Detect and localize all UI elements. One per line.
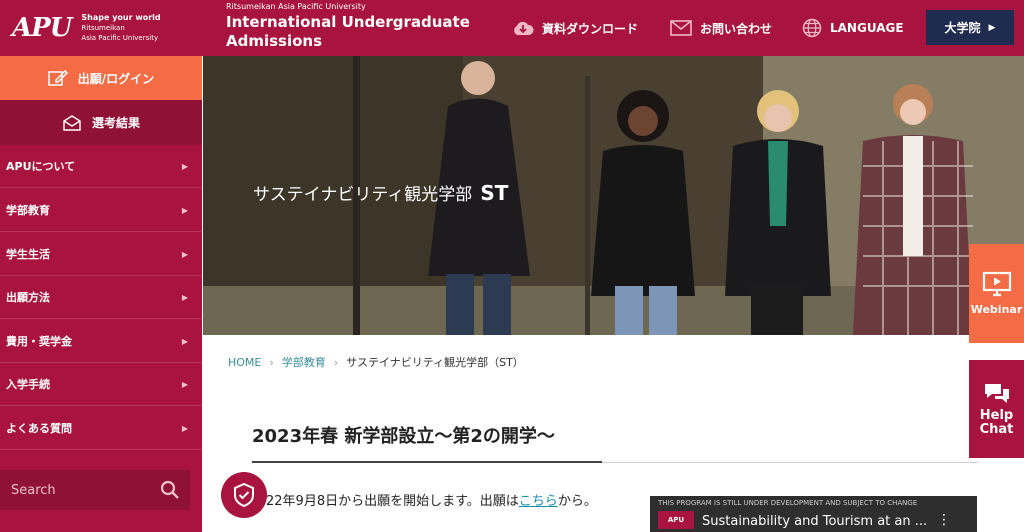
body-prefix: 22年9月8日から出願を開始します。出願は (266, 494, 519, 509)
nav-language-label: LANGUAGE (830, 21, 904, 35)
chevron-right-icon: ▶ (181, 161, 188, 171)
video-title[interactable]: Sustainability and Tourism at an ... (702, 514, 927, 529)
sidebar: 出願/ログイン 選考結果 APUについて ▶ 学部教育 ▶ 学生生活 ▶ 出願方… (0, 56, 202, 532)
logo-sub-2: Asia Pacific University (81, 34, 159, 42)
edit-icon (48, 69, 68, 87)
section-heading: 2023年春 新学部設立〜第2の開学〜 (252, 426, 555, 447)
logo-mark: APU (12, 13, 72, 43)
chevron-right-icon: ▶ (181, 379, 188, 389)
help-chat-button[interactable]: Help Chat (969, 360, 1024, 458)
cloud-download-icon (512, 20, 534, 36)
more-vertical-icon[interactable]: ⋮ (937, 512, 951, 528)
breadcrumb-separator: › (269, 355, 274, 369)
chevron-right-icon: ▶ (181, 292, 188, 302)
mail-icon (670, 20, 692, 36)
sidebar-item-label: よくある質問 (6, 422, 72, 435)
sidebar-item-enrollment[interactable]: 入学手続 ▶ (0, 363, 202, 406)
graduate-button[interactable]: 大学院 ▶ (926, 10, 1014, 45)
chevron-right-icon: ▶ (181, 205, 188, 215)
body-text: 22年9月8日から出願を開始します。出願はこちらから。 (266, 490, 597, 509)
search-input[interactable] (11, 482, 151, 498)
apply-here-link[interactable]: こちら (519, 494, 558, 509)
chat-bubbles-icon (982, 381, 1012, 405)
sidebar-item-student-life[interactable]: 学生生活 ▶ (0, 233, 202, 276)
sidebar-item-label: 入学手続 (6, 378, 50, 391)
search-box (0, 470, 190, 510)
webinar-label: Webinar (970, 303, 1023, 316)
search-icon[interactable] (160, 480, 180, 500)
video-channel-logo: APU (658, 511, 694, 529)
apply-login-button[interactable]: 出願/ログイン (0, 56, 202, 100)
sidebar-item-faq[interactable]: よくある質問 ▶ (0, 407, 202, 450)
monitor-play-icon (982, 271, 1012, 297)
sidebar-item-about[interactable]: APUについて ▶ (0, 145, 202, 188)
chevron-right-icon: ▶ (181, 336, 188, 346)
chat-label: Chat (979, 422, 1014, 437)
sidebar-item-label: 学生生活 (6, 248, 50, 261)
nav-language[interactable]: LANGUAGE (802, 0, 904, 56)
site-title[interactable]: Ritsumeikan Asia Pacific University Inte… (226, 2, 470, 51)
graduate-button-label: 大学院 (944, 21, 981, 35)
apu-logo[interactable]: APU Shape your world Ritsumeikan Asia Pa… (0, 0, 204, 56)
sidebar-item-label: APUについて (6, 160, 76, 173)
breadcrumb-separator: › (333, 355, 339, 369)
breadcrumb-current: サステイナビリティ観光学部（ST） (346, 356, 524, 369)
logo-text: Shape your world Ritsumeikan Asia Pacifi… (81, 13, 160, 43)
sidebar-item-label: 費用・奨学金 (6, 335, 72, 348)
help-label: Help (979, 408, 1014, 423)
breadcrumb-parent[interactable]: 学部教育 (282, 354, 326, 370)
sidebar-item-label: 出願方法 (6, 291, 50, 304)
shield-check-icon (232, 482, 256, 508)
logo-sub-1: Ritsumeikan (81, 24, 125, 32)
nav-download[interactable]: 資料ダウンロード (512, 0, 638, 56)
sidebar-item-label: 学部教育 (6, 204, 50, 217)
envelope-icon (62, 114, 82, 132)
results-label: 選考結果 (91, 116, 140, 130)
page: APU Shape your world Ritsumeikan Asia Pa… (0, 0, 1024, 532)
breadcrumb: HOME › 学部教育 › サステイナビリティ観光学部（ST） (228, 354, 524, 370)
chevron-right-icon: ▶ (181, 423, 188, 433)
hero-title-text: サステイナビリティ観光学部 (253, 185, 473, 205)
hero-title-code: ST (480, 181, 509, 205)
sidebar-item-how-to-apply[interactable]: 出願方法 ▶ (0, 276, 202, 319)
hero-title: サステイナビリティ観光学部 ST (253, 180, 508, 205)
apply-login-label: 出願/ログイン (77, 71, 155, 86)
triangle-right-icon: ▶ (988, 22, 996, 33)
webinar-button[interactable]: Webinar (969, 244, 1024, 343)
globe-icon (802, 18, 822, 38)
sidebar-item-education[interactable]: 学部教育 ▶ (0, 189, 202, 232)
hero-banner: サステイナビリティ観光学部 ST (203, 56, 1024, 335)
sidebar-item-fees[interactable]: 費用・奨学金 ▶ (0, 320, 202, 363)
logo-tagline: Shape your world (81, 13, 161, 22)
site-title-line2: Admissions (226, 32, 323, 50)
breadcrumb-home[interactable]: HOME (228, 356, 261, 369)
nav-download-label: 資料ダウンロード (542, 21, 639, 36)
privacy-shield-button[interactable] (221, 472, 267, 518)
top-header: APU Shape your world Ritsumeikan Asia Pa… (0, 0, 1024, 56)
site-title-small: Ritsumeikan Asia Pacific University (226, 2, 366, 11)
body-suffix: から。 (557, 494, 597, 509)
divider-accent (252, 461, 602, 463)
nav-contact-label: お問い合わせ (700, 21, 773, 36)
site-title-line1: International Undergraduate (226, 13, 470, 31)
results-button[interactable]: 選考結果 (0, 100, 202, 145)
video-notice: THIS PROGRAM IS STILL UNDER DEVELOPMENT … (658, 499, 918, 507)
video-embed[interactable]: THIS PROGRAM IS STILL UNDER DEVELOPMENT … (650, 496, 977, 532)
chevron-right-icon: ▶ (181, 249, 188, 259)
nav-contact[interactable]: お問い合わせ (670, 0, 772, 56)
